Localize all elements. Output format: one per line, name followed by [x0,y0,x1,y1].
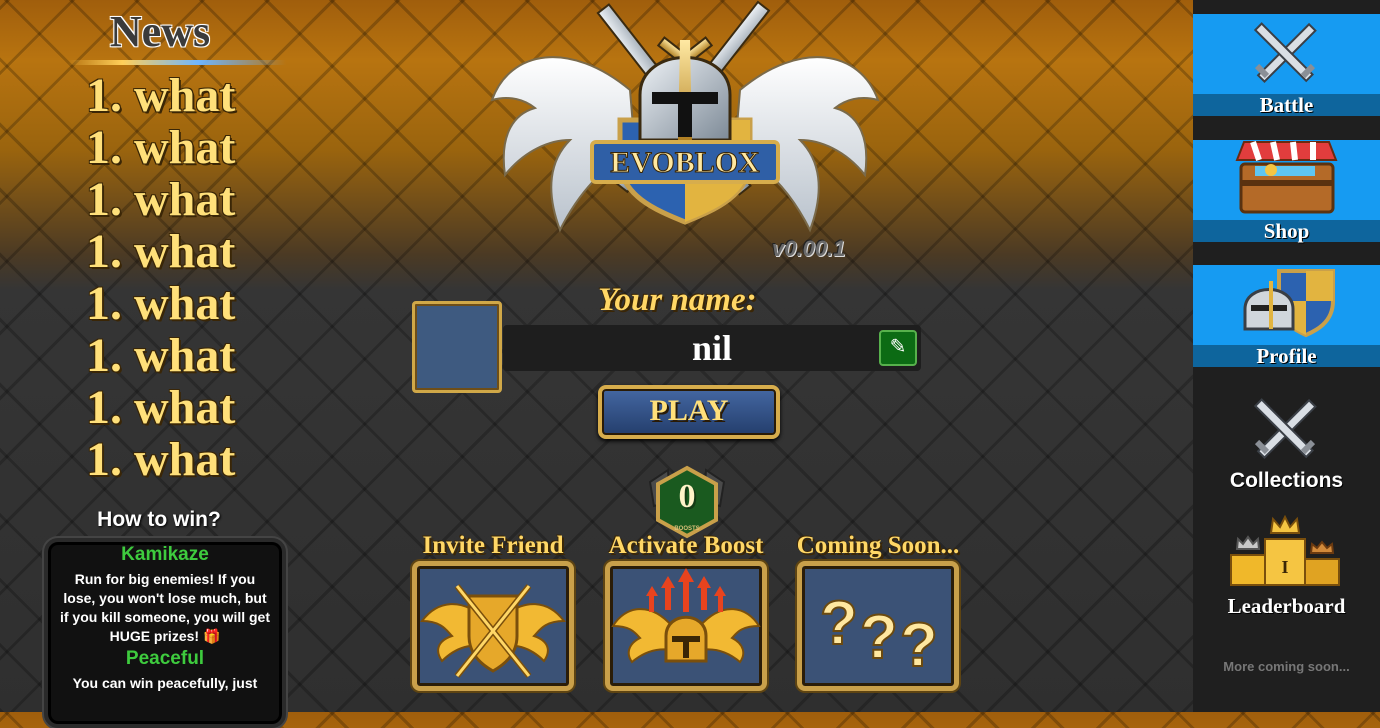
mode-name-peaceful: Peaceful [125,648,205,669]
pencil-icon: ✎ [889,336,907,358]
menu-item-collections[interactable]: Collections [1193,390,1380,492]
svg-text:?: ? [900,611,938,680]
side-menu: Battle Shop Profile Collections I Leader… [1193,0,1380,712]
podium-crowns-icon: I [1230,515,1340,586]
helmet-shield-icon [1243,269,1335,338]
news-list: 1. what 1. what 1. what 1. what 1. what … [86,69,236,481]
menu-label-shop: Shop [1193,220,1380,242]
mode-name-kamikaze: Kamikaze [121,544,209,565]
activate-boost-label: Activate Boost [608,532,764,559]
edit-name-button[interactable]: ✎ [879,330,917,366]
news-underline [68,60,286,65]
winged-shield-icon [419,584,567,678]
menu-label-profile: Profile [1193,345,1380,367]
your-name-label: Your name: [598,282,757,318]
menu-item-leaderboard[interactable]: I Leaderboard [1193,515,1380,617]
news-title: News [109,7,211,56]
menu-label-battle: Battle [1193,94,1380,116]
shop-chest-icon [1235,141,1338,214]
invite-friend-button[interactable] [412,561,574,691]
news-panel: News 1. what 1. what 1. what 1. what 1. … [0,0,320,480]
invite-friend-label: Invite Friend [422,532,564,559]
version-label: v0.00.1 [772,236,846,261]
news-item: 1. what [86,69,236,122]
menu-item-profile[interactable]: Profile [1193,265,1380,367]
coming-soon-label: Coming Soon... [796,532,960,559]
how-to-win-panel[interactable]: Kamikaze Run for big enemies! If you los… [44,538,286,728]
player-name: nil [691,328,733,368]
svg-text:I: I [1281,557,1288,577]
avatar[interactable] [412,301,502,393]
mode-description-kamikaze: Run for big enemies! If you lose, you wo… [59,571,271,644]
boosts-count: 0 [678,478,696,515]
play-button[interactable]: PLAY [598,385,780,439]
name-field: nil [503,325,921,371]
news-item: 1. what [86,173,236,226]
logo-text: EVOBLOX [610,146,760,179]
crossed-swords-icon [1253,398,1317,459]
crossed-swords-icon [1253,22,1317,83]
svg-text:?: ? [820,589,858,658]
winged-helmet-boost-icon [611,568,761,664]
news-item: 1. what [86,121,236,174]
question-marks-icon: ? ? ? [819,588,939,681]
menu-item-battle[interactable]: Battle [1193,14,1380,116]
activate-boost-button[interactable] [605,561,767,691]
news-item: 1. what [86,381,236,434]
menu-item-shop[interactable]: Shop [1193,140,1380,242]
svg-text:?: ? [860,603,898,672]
how-to-win-title: How to win? [97,508,221,531]
news-item: 1. what [86,329,236,382]
menu-label-collections: Collections [1229,469,1344,492]
news-item: 1. what [86,277,236,330]
game-logo: EVOBLOX [480,0,890,270]
news-item: 1. what [86,225,236,278]
coming-soon-button[interactable]: ? ? ? [797,561,959,691]
news-item: 1. what [86,433,236,481]
mode-description-peaceful: You can win peacefully, just [72,675,258,691]
more-coming-soon-label: More coming soon... [1223,659,1350,674]
menu-label-leaderboard: Leaderboard [1227,594,1346,618]
